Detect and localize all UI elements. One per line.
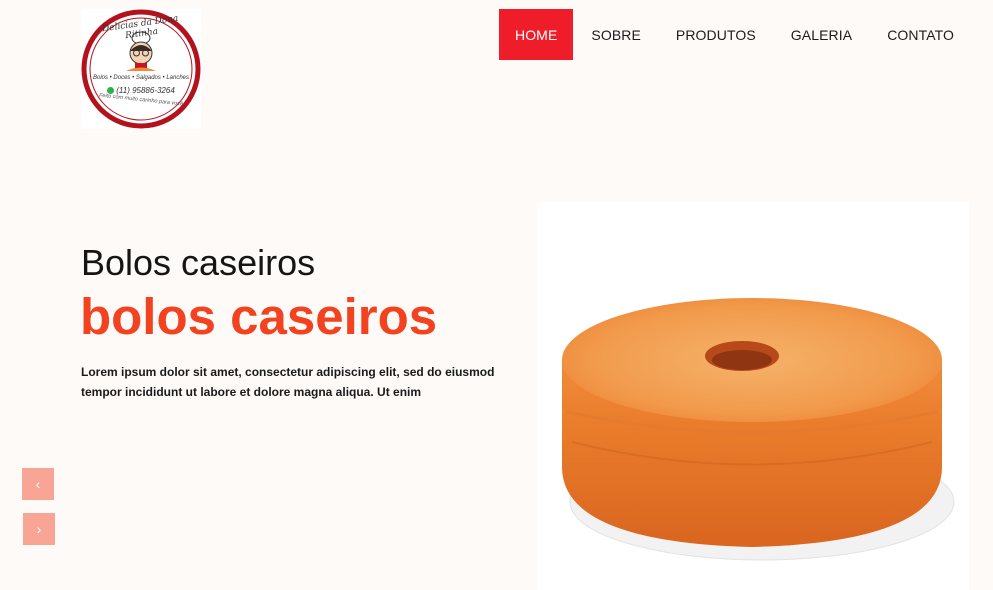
page: Delícias da Dona Ritinha Bolos • Doces •… bbox=[0, 0, 993, 590]
carousel-prev-button[interactable]: ‹ bbox=[22, 468, 54, 500]
logo[interactable]: Delícias da Dona Ritinha Bolos • Doces •… bbox=[81, 9, 201, 129]
carousel-next-button[interactable]: › bbox=[23, 513, 55, 545]
chevron-right-icon: › bbox=[36, 521, 42, 537]
logo-tagline: Bolos • Doces • Salgados • Lanches bbox=[92, 75, 190, 81]
cake-illustration bbox=[562, 298, 955, 561]
hero-cake-image bbox=[537, 202, 969, 590]
main-nav: HOME SOBRE PRODUTOS GALERIA CONTATO bbox=[498, 9, 971, 60]
nav-produtos[interactable]: PRODUTOS bbox=[659, 9, 773, 60]
hero-subtitle: bolos caseiros bbox=[80, 288, 438, 345]
nav-sobre[interactable]: SOBRE bbox=[574, 9, 658, 60]
hero-description: Lorem ipsum dolor sit amet, consectetur … bbox=[81, 365, 495, 399]
nav-home[interactable]: HOME bbox=[498, 9, 574, 60]
nav-galeria[interactable]: GALERIA bbox=[774, 9, 869, 60]
logo-phone-number: (11) 95886-3264 bbox=[116, 86, 175, 95]
chevron-left-icon: ‹ bbox=[35, 476, 41, 492]
nav-contato[interactable]: CONTATO bbox=[870, 9, 971, 60]
hero-title: Bolos caseiros bbox=[81, 242, 316, 283]
